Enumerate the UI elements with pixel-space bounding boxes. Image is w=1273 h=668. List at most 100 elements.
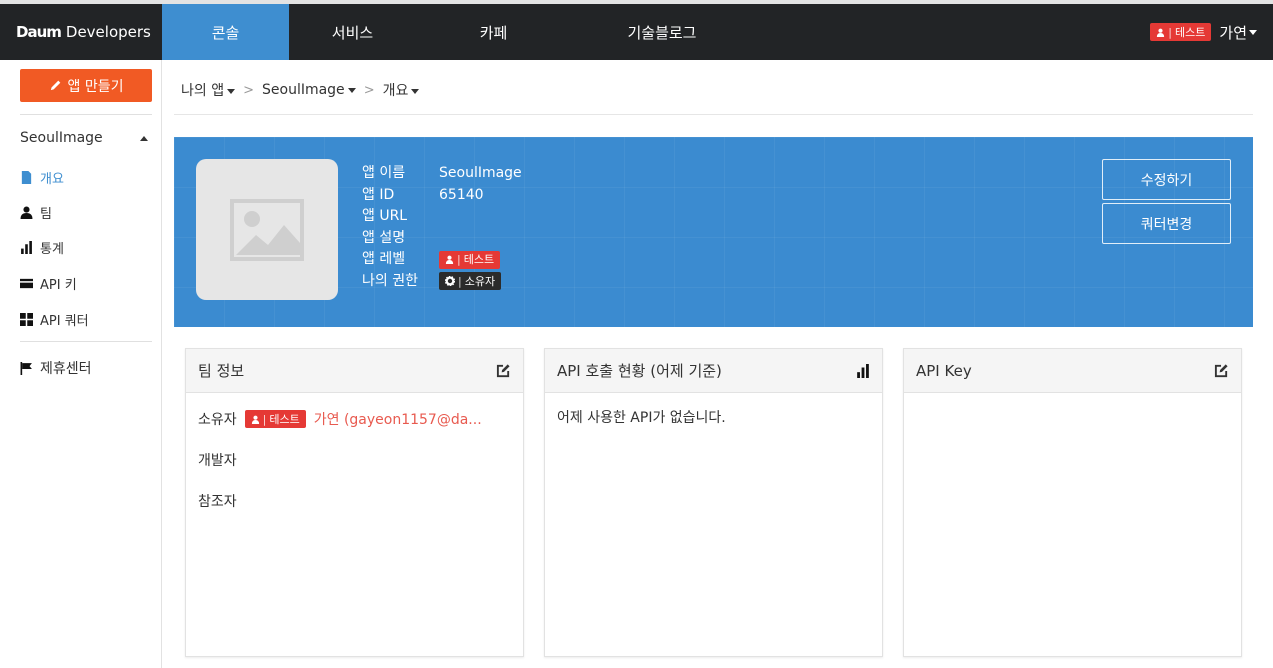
sidebar-item-partner-center[interactable]: 제휴센터: [20, 358, 92, 378]
sidebar-item-label: 팀: [40, 207, 52, 222]
tab-cafe[interactable]: 카페: [430, 4, 557, 60]
user-icon: [1157, 28, 1165, 37]
sidebar-app-toggle[interactable]: SeoulImage: [20, 130, 152, 146]
api-usage-panel: API 호출 현황 (어제 기준) 어제 사용한 API가 없습니다.: [544, 348, 883, 657]
badge-label: 테스트: [1175, 26, 1206, 39]
app-name-label: 앱 이름: [362, 165, 406, 181]
tab-service[interactable]: 서비스: [289, 4, 416, 60]
app-name-row: 앱 이름 SeoulImage: [362, 163, 522, 185]
sidebar-item-label: API 키: [40, 278, 77, 293]
viewer-label: 참조자: [198, 494, 237, 510]
breadcrumb-divider: [174, 114, 1253, 115]
owner-label: 소유자: [198, 412, 237, 428]
sidebar-item-overview[interactable]: 개요: [20, 168, 64, 187]
breadcrumb-my-apps[interactable]: 나의 앱: [181, 80, 236, 100]
chevron-down-icon: [1249, 29, 1257, 35]
pencil-icon: [50, 80, 60, 91]
viewer-row: 참조자: [198, 491, 511, 511]
daum-logo: Daum: [16, 23, 62, 41]
team-info-panel: 팀 정보 소유자 | 테스트 가연 (gayeon1157@da... 개발자 참…: [185, 348, 524, 657]
user-icon: [445, 255, 454, 265]
app-level-label: 앱 레벨: [362, 251, 406, 267]
app-role-label: 나의 권한: [362, 272, 418, 289]
sidebar-item-label: 개요: [40, 172, 64, 187]
panel-body: 소유자 | 테스트 가연 (gayeon1157@da... 개발자 참조자: [186, 393, 523, 546]
user-icon: [251, 415, 259, 424]
sidebar-divider: [20, 114, 152, 115]
panel-title: API 호출 현황 (어제 기준): [557, 362, 722, 380]
user-icon: [20, 206, 33, 219]
panel-header: 팀 정보: [186, 349, 523, 393]
owner-level-badge: | 테스트: [244, 410, 306, 428]
chevron-down-icon: [227, 88, 236, 94]
app-level-row: 앱 레벨 | 테스트: [362, 249, 522, 271]
grid-icon: [20, 313, 33, 326]
breadcrumb: 나의 앱 > SeoulImage > 개요: [181, 80, 420, 100]
app-url-row: 앱 URL: [362, 206, 522, 228]
panel-header: API 호출 현황 (어제 기준): [545, 349, 882, 393]
sidebar-divider: [20, 341, 152, 342]
chevron-right-icon: >: [243, 82, 254, 98]
breadcrumb-app[interactable]: SeoulImage: [262, 82, 356, 98]
sidebar-item-label: 제휴센터: [40, 361, 92, 377]
chevron-up-icon: [140, 135, 148, 141]
chevron-down-icon: [347, 87, 356, 93]
sidebar: 앱 만들기 SeoulImage 개요 팀 통계 API 키 API 쿼터 제휴…: [0, 60, 162, 668]
developer-row: 개발자: [198, 450, 511, 470]
bar-chart-icon: [21, 241, 32, 254]
test-level-badge: | 테스트: [1150, 23, 1212, 41]
user-name[interactable]: 가연: [1219, 22, 1247, 43]
app-desc-row: 앱 설명: [362, 228, 522, 250]
app-id-label: 앱 ID: [362, 186, 395, 203]
chevron-right-icon: >: [363, 82, 375, 98]
panel-body: [904, 393, 1241, 421]
app-role-row: 나의 권한 | 소유자: [362, 271, 522, 293]
app-role-badge: | 소유자: [439, 272, 502, 291]
breadcrumb-page[interactable]: 개요: [383, 80, 420, 100]
sidebar-item-api-key[interactable]: API 키: [20, 274, 77, 293]
top-navbar: Daum Developers 콘솔 서비스 카페 기술블로그 | 테스트 가연: [0, 0, 1273, 60]
panel-title: API Key: [916, 361, 972, 380]
sidebar-item-label: 통계: [40, 242, 64, 257]
tab-console[interactable]: 콘솔: [162, 4, 289, 60]
app-summary-banner: 앱 이름 SeoulImage 앱 ID 65140 앱 URL 앱 설명 앱 레벨…: [174, 137, 1253, 327]
edit-app-button[interactable]: 수정하기: [1102, 159, 1231, 200]
app-desc-label: 앱 설명: [362, 229, 406, 246]
app-info-list: 앱 이름 SeoulImage 앱 ID 65140 앱 URL 앱 설명 앱 레벨…: [362, 163, 522, 292]
sidebar-item-api-quota[interactable]: API 쿼터: [20, 310, 89, 329]
document-icon: [21, 171, 32, 184]
create-app-button[interactable]: 앱 만들기: [20, 69, 152, 102]
app-thumbnail[interactable]: [196, 159, 338, 300]
app-id-value: 65140: [439, 186, 484, 203]
empty-usage-message: 어제 사용한 API가 없습니다.: [557, 410, 726, 426]
app-id-row: 앱 ID 65140: [362, 185, 522, 207]
panel-title: 팀 정보: [198, 362, 245, 380]
gear-icon: [445, 276, 455, 287]
card-icon: [20, 278, 33, 289]
edit-icon[interactable]: [1214, 363, 1229, 378]
change-quota-button[interactable]: 쿼터변경: [1102, 203, 1231, 244]
chevron-down-icon: [411, 88, 420, 94]
app-url-label: 앱 URL: [362, 208, 408, 224]
app-level-badge: | 테스트: [439, 250, 501, 269]
panel-body: 어제 사용한 API가 없습니다.: [545, 393, 882, 441]
create-app-label: 앱 만들기: [67, 78, 124, 95]
developer-label: 개발자: [198, 453, 237, 469]
app-name-value: SeoulImage: [439, 165, 522, 181]
user-menu[interactable]: | 테스트 가연: [1150, 4, 1257, 60]
sidebar-item-team[interactable]: 팀: [20, 203, 52, 222]
brand-logo[interactable]: Daum Developers: [0, 4, 162, 60]
brand-text: Developers: [65, 23, 151, 41]
image-placeholder-icon: [230, 198, 304, 261]
owner-row: 소유자 | 테스트 가연 (gayeon1157@da...: [198, 409, 511, 429]
edit-icon[interactable]: [496, 363, 511, 378]
panel-header: API Key: [904, 349, 1241, 393]
sidebar-item-stats[interactable]: 통계: [20, 238, 64, 257]
flag-icon: [20, 361, 32, 375]
sidebar-item-label: API 쿼터: [40, 314, 89, 329]
sidebar-app-name: SeoulImage: [20, 130, 103, 146]
api-key-panel: API Key: [903, 348, 1242, 657]
tab-tech-blog[interactable]: 기술블로그: [582, 4, 742, 60]
bar-chart-icon[interactable]: [856, 363, 870, 378]
owner-account-link[interactable]: 가연 (gayeon1157@da...: [314, 409, 482, 429]
